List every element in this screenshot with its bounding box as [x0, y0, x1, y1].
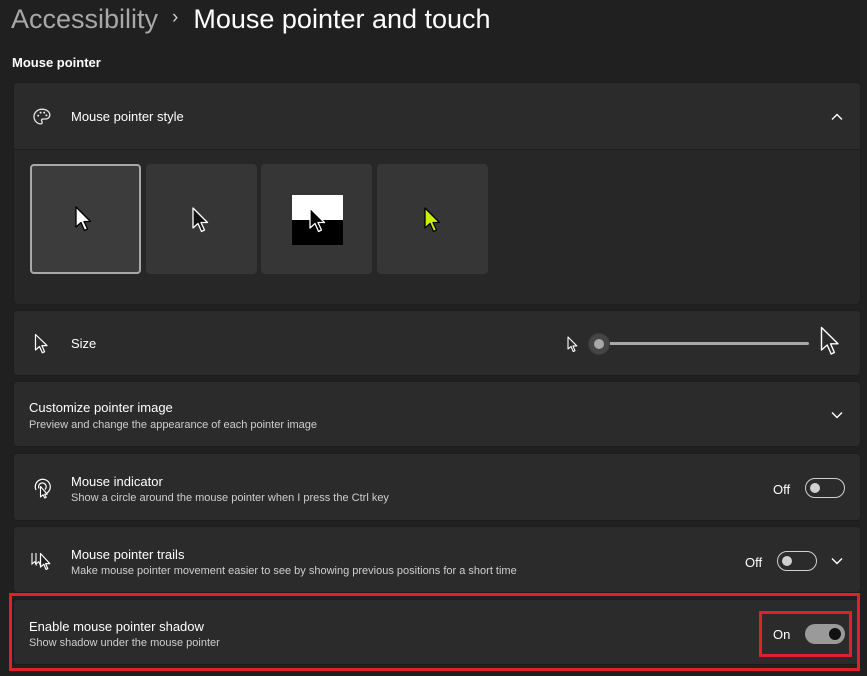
breadcrumb: Accessibility › Mouse pointer and touch — [11, 2, 491, 36]
pointer-icon — [31, 333, 53, 355]
chevron-down-icon[interactable] — [830, 554, 844, 568]
pointer-style-white-option[interactable] — [30, 164, 141, 274]
black-pointer-icon — [192, 207, 209, 233]
size-card: Size — [13, 310, 861, 376]
shadow-toggle-highlight-box — [759, 611, 852, 657]
customize-pointer-card[interactable]: Customize pointer image Preview and chan… — [13, 381, 861, 447]
pointer-style-options — [14, 150, 860, 304]
mouse-indicator-card: Mouse indicator Show a circle around the… — [13, 453, 861, 521]
pointer-trails-subtitle: Make mouse pointer movement easier to se… — [71, 565, 517, 577]
breadcrumb-separator: › — [172, 7, 179, 28]
pointer-trails-toggle[interactable] — [777, 551, 817, 571]
mouse-indicator-title: Mouse indicator — [71, 474, 163, 489]
pointer-style-inverted-option[interactable] — [261, 164, 372, 274]
custom-color-pointer-icon — [424, 207, 441, 233]
inverted-pointer-icon — [309, 207, 326, 233]
size-title: Size — [71, 336, 97, 351]
page-title: Mouse pointer and touch — [193, 3, 491, 34]
mouse-indicator-state: Off — [773, 482, 791, 497]
palette-icon — [31, 106, 53, 128]
chevron-down-icon[interactable] — [830, 408, 844, 422]
pointer-style-header[interactable]: Mouse pointer style — [14, 83, 860, 150]
pointer-trails-icon — [31, 550, 53, 572]
white-pointer-icon — [75, 206, 92, 232]
mouse-indicator-icon — [31, 477, 53, 499]
pointer-trails-card: Mouse pointer trails Make mouse pointer … — [13, 526, 861, 593]
large-pointer-icon — [820, 326, 839, 355]
pointer-style-custom-option[interactable] — [377, 164, 488, 274]
pointer-trails-title: Mouse pointer trails — [71, 547, 185, 562]
small-pointer-icon — [567, 336, 578, 353]
pointer-style-title: Mouse pointer style — [71, 109, 184, 124]
mouse-indicator-toggle[interactable] — [805, 478, 845, 498]
customize-pointer-title: Customize pointer image — [29, 400, 173, 415]
breadcrumb-accessibility-link[interactable]: Accessibility — [11, 4, 158, 35]
pointer-style-black-option[interactable] — [146, 164, 257, 274]
section-title: Mouse pointer — [12, 55, 101, 70]
customize-pointer-subtitle: Preview and change the appearance of eac… — [29, 419, 318, 431]
size-slider-thumb[interactable] — [588, 333, 610, 355]
chevron-up-icon[interactable] — [830, 110, 844, 124]
pointer-style-card: Mouse pointer style — [13, 82, 861, 304]
pointer-trails-state: Off — [745, 555, 763, 570]
shadow-row-highlight-box — [9, 593, 860, 671]
size-slider-track[interactable] — [597, 342, 809, 345]
mouse-indicator-subtitle: Show a circle around the mouse pointer w… — [71, 492, 389, 504]
